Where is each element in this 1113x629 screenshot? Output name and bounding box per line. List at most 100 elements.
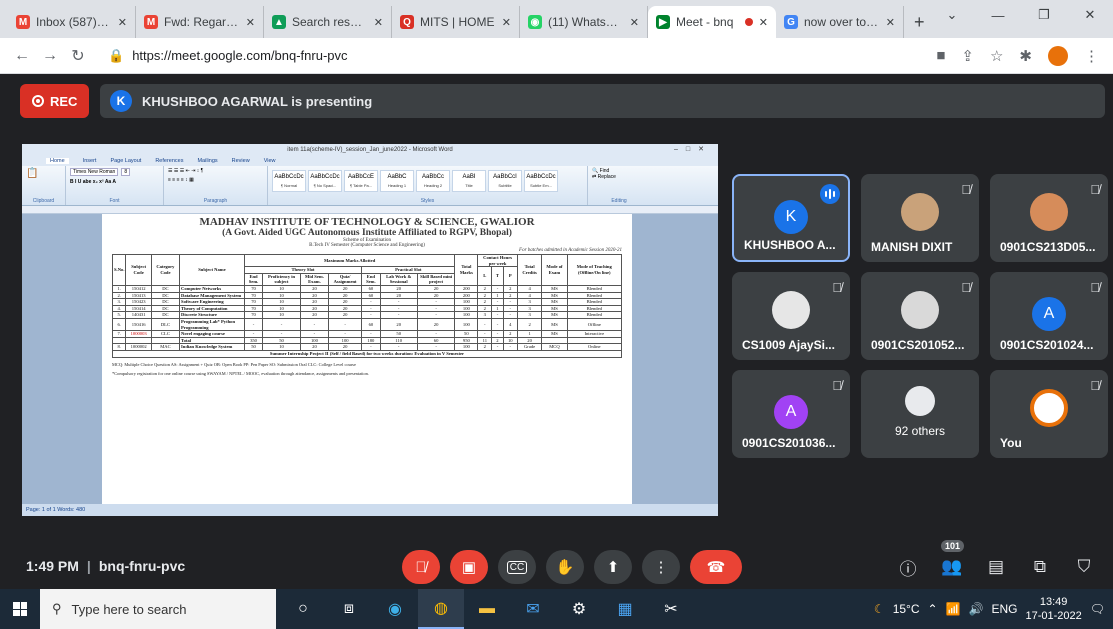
start-button[interactable] (0, 602, 40, 616)
browser-tab[interactable]: ▶ Meet - bnq ✕ (648, 6, 776, 38)
captions-button[interactable]: CC (498, 550, 536, 584)
font-size: 8 (121, 168, 131, 176)
mail-icon[interactable]: ✉ (510, 589, 556, 629)
style-preset[interactable]: AaBbCcI Subtitle (488, 170, 522, 192)
chat-button[interactable]: ▤ (981, 550, 1011, 584)
snipping-icon[interactable]: ✂ (648, 589, 694, 629)
close-tab-icon[interactable]: ✕ (246, 16, 255, 29)
table-cell: 11 (477, 336, 493, 345)
word-tab[interactable]: Review (232, 158, 250, 164)
cortana-icon[interactable]: ○ (280, 589, 326, 629)
host-controls-button[interactable]: ⛉ (1069, 550, 1099, 584)
table-cell: 2 (516, 317, 543, 332)
minimize-icon[interactable]: — (975, 0, 1021, 30)
clock[interactable]: 13:49 17-01-2022 (1025, 595, 1081, 623)
camera-off-button[interactable]: ▣ (450, 550, 488, 584)
style-preset[interactable]: AaBbCc Heading 2 (416, 170, 450, 192)
settings-icon[interactable]: ⚙ (556, 589, 602, 629)
activities-button[interactable]: ⧉ (1025, 550, 1055, 584)
participant-tile[interactable]: A 🎙̸ 0901CS201036... (732, 370, 850, 458)
menu-icon[interactable]: ⋮ (1084, 47, 1099, 65)
share-icon[interactable]: ⇪ (961, 47, 974, 65)
microphone-off-button[interactable]: 🎙̸ (402, 550, 440, 584)
leave-call-button[interactable]: ☎ (690, 550, 742, 584)
more-options-button[interactable]: ⋮ (642, 550, 680, 584)
language-indicator[interactable]: ENG (991, 602, 1017, 616)
browser-tab[interactable]: ◉ (11) WhatsApp ✕ (520, 6, 648, 38)
close-tab-icon[interactable]: ✕ (118, 16, 127, 29)
task-view-icon[interactable]: ⧈ (326, 589, 372, 629)
style-preset[interactable]: AaBbCcE ¶ Table Pa... (344, 170, 378, 192)
table-cell: 10 (262, 343, 301, 351)
star-icon[interactable]: ☆ (990, 47, 1003, 65)
reload-icon[interactable]: ↻ (64, 46, 92, 66)
close-tab-icon[interactable]: ✕ (374, 16, 383, 29)
present-button[interactable]: ⬆ (594, 550, 632, 584)
raise-hand-button[interactable]: ✋ (546, 550, 584, 584)
network-icon[interactable]: 📶 (946, 602, 961, 616)
participant-tile[interactable]: 🎙̸ You (990, 370, 1108, 458)
chevron-down-icon[interactable]: ⌄ (929, 0, 975, 30)
table-cell: 4. (111, 304, 127, 313)
volume-icon[interactable]: 🔊 (969, 602, 984, 616)
meeting-info-button[interactable]: ⓘ (893, 550, 923, 584)
taskbar-search[interactable]: ⚲ Type here to search (40, 589, 276, 629)
col-header: Subject Code (125, 254, 152, 286)
style-preset[interactable]: AaBbC Heading 1 (380, 170, 414, 192)
style-preset[interactable]: AaBbCcDc Subtle Em... (524, 170, 558, 192)
chrome-icon[interactable]: ◍ (418, 589, 464, 629)
word-tab[interactable]: View (264, 158, 276, 164)
participant-tile[interactable]: 🎙̸ MANISH DIXIT (861, 174, 979, 262)
camera-icon[interactable]: ■ (936, 47, 945, 64)
forward-icon[interactable]: → (36, 47, 64, 65)
word-tab[interactable]: References (155, 158, 183, 164)
participant-tile[interactable]: A 🎙̸ 0901CS201024... (990, 272, 1108, 360)
file-explorer-icon[interactable]: ▬ (464, 589, 510, 629)
profile-avatar[interactable] (1048, 45, 1068, 66)
recording-indicator[interactable]: REC (20, 84, 90, 118)
restore-icon[interactable]: ❐ (1021, 0, 1067, 30)
word-tab[interactable]: Mailings (197, 158, 217, 164)
style-name: Subtle Em... (530, 183, 552, 188)
browser-tab[interactable]: M Fwd: Regarding ✕ (136, 6, 264, 38)
participant-tile[interactable]: 🎙̸ CS1009 AjaySi... (732, 272, 850, 360)
browser-tab[interactable]: Q MITS | HOME ✕ (392, 6, 520, 38)
back-icon[interactable]: ← (8, 47, 36, 65)
close-tab-icon[interactable]: ✕ (886, 16, 895, 29)
participant-name: KHUSHBOO A... (744, 238, 836, 252)
table-cell: 20 (299, 291, 329, 300)
people-button[interactable]: 101 👥 (937, 540, 967, 584)
browser-tab[interactable]: Gnow over to yo ✕ (776, 6, 904, 38)
notifications-icon[interactable]: 🗨 (1090, 602, 1105, 616)
table-row: 5. 140431 DC Discrete Structure 70 10 20 20- - -1… (111, 311, 623, 319)
close-tab-icon[interactable]: ✕ (502, 16, 511, 29)
address-bar[interactable]: 🔒 https://meet.google.com/bnq-fnru-pvc (98, 42, 358, 70)
col-header-practical: Practical Slot (361, 266, 456, 274)
participant-tile[interactable]: 92 others (861, 370, 979, 458)
close-tab-icon[interactable]: ✕ (630, 16, 639, 29)
word-tab[interactable]: Page Layout (110, 158, 141, 164)
col-header-sub: Proficiency in subject (262, 272, 301, 286)
participant-name: You (1000, 436, 1022, 450)
extensions-icon[interactable]: ✱ (1019, 47, 1032, 65)
table-row-internship: Summer Internship Project II (Self / fie… (112, 349, 622, 358)
chevron-up-icon[interactable]: ⌃ (928, 602, 938, 616)
style-preset[interactable]: AaBbCcDc ¶ No Spaci... (308, 170, 342, 192)
table-cell: Database Management System (179, 291, 245, 300)
style-preset[interactable]: AaBI Title (452, 170, 486, 192)
participant-tile[interactable]: 🎙̸ 0901CS201052... (861, 272, 979, 360)
style-name: ¶ Table Pa... (349, 183, 373, 188)
word-tab[interactable]: Home (46, 158, 69, 164)
browser-tab[interactable]: ▲ Search results ✕ (264, 6, 392, 38)
participant-tile[interactable]: K KHUSHBOO A... (732, 174, 850, 262)
word-tab[interactable]: Insert (83, 158, 97, 164)
table-cell: 10 (262, 304, 301, 313)
close-tab-icon[interactable]: ✕ (759, 16, 768, 29)
participant-tile[interactable]: 🎙̸ 0901CS213D05... (990, 174, 1108, 262)
close-icon[interactable]: ✕ (1067, 0, 1113, 30)
style-preset[interactable]: AaBbCcDc ¶ Normal (272, 170, 306, 192)
screen: M Inbox (587) - vi ✕ M Fwd: Regarding ✕ ▲ Searc… (0, 0, 1113, 629)
calendar-icon[interactable]: ▦ (602, 589, 648, 629)
browser-tab[interactable]: M Inbox (587) - vi ✕ (8, 6, 136, 38)
edge-icon[interactable]: ◉ (372, 589, 418, 629)
